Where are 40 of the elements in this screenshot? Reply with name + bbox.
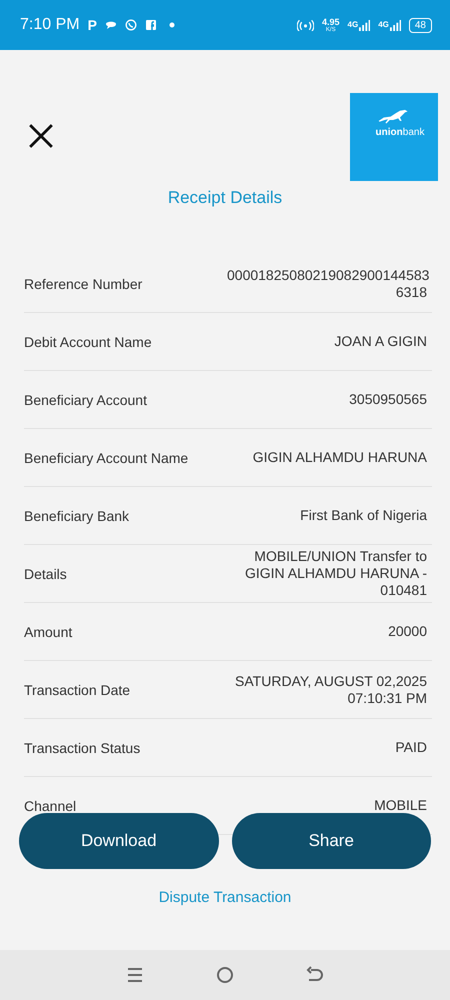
field-label: Channel — [24, 798, 76, 814]
field-label: Transaction Date — [24, 682, 130, 698]
dot-icon — [168, 22, 175, 28]
receipt-title: Receipt Details — [166, 188, 284, 209]
home-icon — [215, 965, 235, 985]
close-icon — [28, 123, 54, 149]
field-value: First Bank of Nigeria — [300, 506, 428, 525]
field-label: Beneficiary Account Name — [24, 450, 188, 466]
logo-text: unionbank — [376, 127, 424, 138]
field-value: SATURDAY, AUGUST 02,2025 07:10:31 PM — [234, 672, 428, 708]
share-button[interactable]: Share — [232, 813, 431, 869]
signal-icon — [359, 20, 370, 30]
field-label: Details — [24, 566, 67, 582]
field-value: GIGIN ALHAMDU HARUNA — [252, 448, 428, 467]
field-label: Beneficiary Account — [24, 392, 147, 408]
field-value: MOBILE/UNION Transfer to GIGIN ALHAMDU HARUNA - 010481 — [244, 547, 428, 600]
menu-icon — [125, 965, 145, 985]
field-value: JOAN A GIGIN — [334, 332, 428, 351]
field-value: 00001825080219082900144583 6318 — [227, 266, 430, 302]
field-value: 3050950565 — [349, 390, 428, 409]
chat-bubble-icon — [104, 19, 117, 31]
notification-letter: P — [88, 17, 97, 33]
field-label: Reference Number — [24, 276, 142, 292]
network-type: 4G — [348, 20, 358, 28]
hotspot-icon — [297, 19, 314, 31]
phone-bubble-icon — [124, 19, 137, 31]
square-f-icon — [144, 19, 157, 31]
field-label: Debit Account Name — [24, 334, 152, 350]
field-value: MOBILE — [374, 796, 428, 815]
network-speed: 4.95 — [322, 18, 340, 26]
field-label: Transaction Status — [24, 740, 140, 756]
status-time: 7:10 PM — [20, 16, 80, 34]
download-button[interactable]: Download — [19, 813, 218, 869]
field-value: 20000 — [388, 622, 428, 641]
field-label: Beneficiary Bank — [24, 508, 130, 524]
battery-indicator: 48 — [408, 18, 432, 32]
field-value: PAID — [395, 738, 428, 757]
field-label: Amount — [24, 624, 72, 640]
signal-icon — [390, 20, 401, 30]
network-type: 4G — [378, 20, 389, 28]
